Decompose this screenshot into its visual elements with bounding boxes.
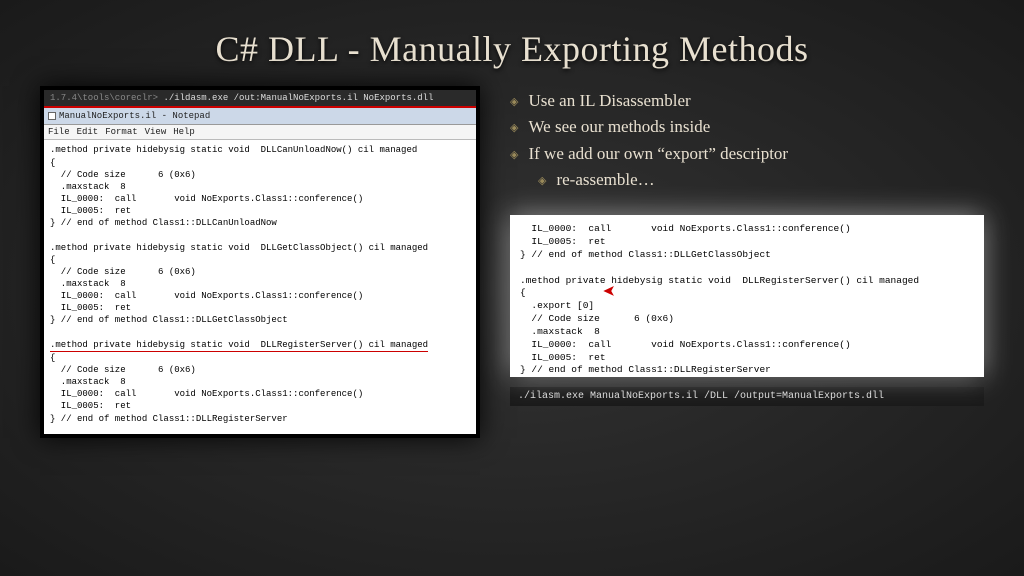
- ildasm-command-bar: 1.7.4\tools\coreclr> ./ildasm.exe /out:M…: [44, 90, 476, 108]
- il-code-part2: { // Code size 6 (0x6) .maxstack 8 IL_00…: [50, 353, 363, 424]
- notepad-titlebar: ManualNoExports.il - Notepad: [44, 108, 476, 125]
- bullet-list: Use an IL Disassembler We see our method…: [510, 88, 984, 193]
- notepad-title-text: ManualNoExports.il - Notepad: [59, 111, 210, 121]
- menu-file: File: [48, 127, 70, 137]
- ilasm-command-bar: ./ilasm.exe ManualNoExports.il /DLL /out…: [510, 387, 984, 406]
- snippet-code: IL_0000: call void NoExports.Class1::con…: [520, 223, 930, 377]
- slide-title: C# DLL - Manually Exporting Methods: [0, 0, 1024, 70]
- menu-help: Help: [173, 127, 195, 137]
- prompt-text: 1.7.4\tools\coreclr>: [50, 93, 158, 103]
- il-code-highlighted: .method private hidebysig static void DL…: [50, 339, 428, 352]
- red-arrow-icon: ➤: [602, 279, 615, 309]
- ildasm-command: ./ildasm.exe /out:ManualNoExports.il NoE…: [163, 93, 433, 103]
- bullet-3: If we add our own “export” descriptor: [510, 141, 984, 167]
- file-icon: [48, 112, 56, 120]
- ilasm-command: ./ilasm.exe ManualNoExports.il /DLL /out…: [518, 391, 884, 402]
- menu-edit: Edit: [77, 127, 99, 137]
- bullet-2: We see our methods inside: [510, 114, 984, 140]
- menu-format: Format: [105, 127, 137, 137]
- slide-content: 1.7.4\tools\coreclr> ./ildasm.exe /out:M…: [0, 70, 1024, 438]
- il-code-part1: .method private hidebysig static void DL…: [50, 145, 428, 325]
- left-column: 1.7.4\tools\coreclr> ./ildasm.exe /out:M…: [40, 86, 480, 438]
- menu-view: View: [145, 127, 167, 137]
- right-column: Use an IL Disassembler We see our method…: [510, 86, 984, 438]
- notepad-window: 1.7.4\tools\coreclr> ./ildasm.exe /out:M…: [40, 86, 480, 438]
- il-export-snippet: IL_0000: call void NoExports.Class1::con…: [510, 215, 984, 377]
- notepad-body: .method private hidebysig static void DL…: [44, 140, 476, 434]
- bullet-3-sub: re-assemble…: [538, 167, 984, 193]
- notepad-menubar: File Edit Format View Help: [44, 125, 476, 140]
- bullet-1: Use an IL Disassembler: [510, 88, 984, 114]
